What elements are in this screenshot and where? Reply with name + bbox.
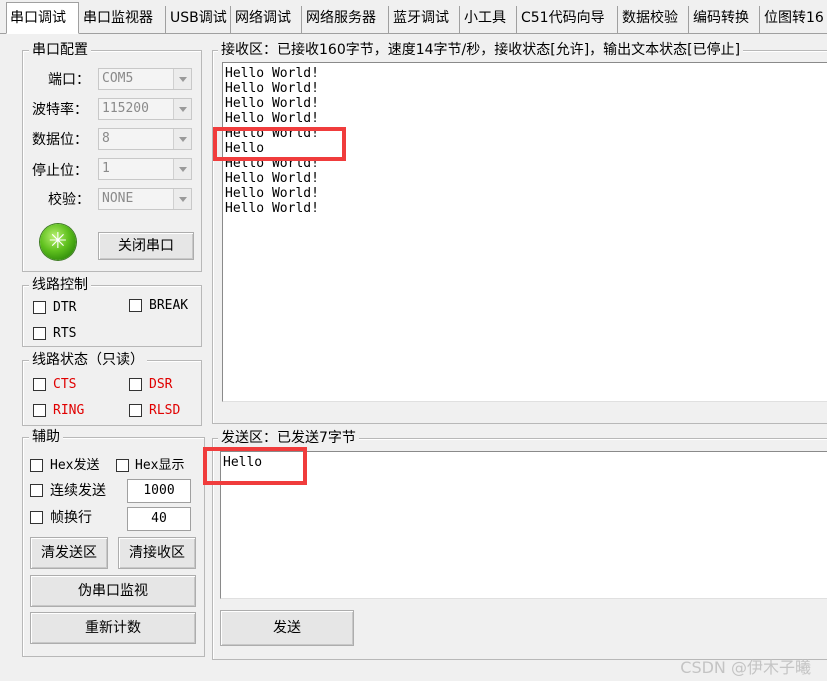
receive-line: Hello World! bbox=[225, 81, 319, 96]
send-button[interactable]: 发送 bbox=[220, 610, 354, 646]
tab-tools[interactable]: 小工具 bbox=[461, 6, 517, 33]
ring-checkbox bbox=[33, 404, 46, 417]
receive-line: Hello World! bbox=[225, 186, 319, 201]
parity-label: 校验： bbox=[48, 192, 90, 208]
databits-select[interactable]: 8 bbox=[98, 128, 192, 150]
receive-line: Hello World! bbox=[225, 156, 319, 171]
line-status-legend: 线路状态（只读） bbox=[29, 351, 147, 369]
hex-display-checkbox[interactable] bbox=[116, 459, 129, 472]
clear-send-button[interactable]: 清发送区 bbox=[30, 537, 108, 569]
continuous-interval-input[interactable]: 1000 bbox=[127, 479, 191, 503]
watermark: CSDN @伊木子曦 bbox=[680, 658, 811, 677]
break-label: BREAK bbox=[149, 298, 189, 313]
break-checkbox[interactable] bbox=[129, 299, 142, 312]
tab-bar: 串口调试 串口监视器 USB调试 网络调试 网络服务器 蓝牙调试 小工具 C51… bbox=[0, 0, 827, 34]
dtr-checkbox[interactable] bbox=[33, 301, 46, 314]
tab-network-debug[interactable]: 网络调试 bbox=[232, 6, 302, 33]
stopbits-select[interactable]: 1 bbox=[98, 158, 192, 180]
chevron-down-icon bbox=[173, 189, 191, 209]
receive-line: Hello World! bbox=[225, 171, 319, 186]
led-glyph: ✳ bbox=[48, 229, 68, 254]
receive-line: Hello World! bbox=[225, 111, 319, 126]
hex-send-label: Hex发送 bbox=[50, 458, 100, 473]
tab-network-server[interactable]: 网络服务器 bbox=[303, 6, 389, 33]
parity-select[interactable]: NONE bbox=[98, 188, 192, 210]
receive-line: Hello World! bbox=[225, 126, 319, 141]
receive-line: Hello World! bbox=[225, 201, 319, 216]
databits-value: 8 bbox=[102, 131, 110, 146]
frame-newline-input[interactable]: 40 bbox=[127, 507, 191, 531]
hex-display-label: Hex显示 bbox=[135, 458, 185, 473]
send-legend: 发送区：已发送7字节 bbox=[218, 429, 359, 447]
pseudo-monitor-button[interactable]: 伪串口监视 bbox=[30, 575, 196, 607]
baud-select[interactable]: 115200 bbox=[98, 98, 192, 120]
frame-newline-label: 帧换行 bbox=[50, 510, 92, 526]
receive-line: Hello World! bbox=[225, 96, 319, 111]
tab-data-check[interactable]: 数据校验 bbox=[619, 6, 689, 33]
rts-checkbox[interactable] bbox=[33, 327, 46, 340]
port-label: 端口： bbox=[48, 72, 90, 88]
tab-bluetooth-debug[interactable]: 蓝牙调试 bbox=[390, 6, 460, 33]
chevron-down-icon bbox=[173, 69, 191, 89]
aux-legend: 辅助 bbox=[29, 428, 63, 446]
baud-label: 波特率： bbox=[32, 102, 88, 118]
continuous-send-label: 连续发送 bbox=[50, 483, 106, 499]
frame-newline-checkbox[interactable] bbox=[30, 511, 43, 524]
receive-line: Hello bbox=[225, 141, 265, 156]
clear-receive-button[interactable]: 清接收区 bbox=[118, 537, 196, 569]
tab-c51-wizard[interactable]: C51代码向导 bbox=[518, 6, 618, 33]
tab-usb-debug[interactable]: USB调试 bbox=[167, 6, 231, 33]
close-port-button[interactable]: 关闭串口 bbox=[98, 232, 194, 260]
stopbits-label: 停止位： bbox=[32, 163, 88, 179]
serial-config-legend: 串口配置 bbox=[29, 41, 91, 59]
databits-label: 数据位： bbox=[32, 132, 88, 148]
receive-textarea[interactable]: Hello World! Hello World! Hello World! Hell… bbox=[222, 62, 827, 402]
line-control-legend: 线路控制 bbox=[29, 276, 91, 294]
rlsd-checkbox bbox=[129, 404, 142, 417]
tab-serial-monitor[interactable]: 串口监视器 bbox=[80, 6, 166, 33]
receive-legend: 接收区：已接收160字节，速度14字节/秒，接收状态[允许]，输出文本状态[已停… bbox=[218, 41, 744, 59]
dsr-label: DSR bbox=[149, 377, 173, 392]
cts-label: CTS bbox=[53, 377, 77, 392]
tab-encoding-convert[interactable]: 编码转换 bbox=[690, 6, 760, 33]
reset-count-button[interactable]: 重新计数 bbox=[30, 612, 196, 644]
tab-serial-debug[interactable]: 串口调试 bbox=[6, 2, 79, 34]
stopbits-value: 1 bbox=[102, 161, 110, 176]
dtr-label: DTR bbox=[53, 300, 77, 315]
chevron-down-icon bbox=[173, 159, 191, 179]
port-select[interactable]: COM5 bbox=[98, 68, 192, 90]
rts-label: RTS bbox=[53, 326, 77, 341]
port-status-led-icon: ✳ bbox=[40, 224, 76, 260]
chevron-down-icon bbox=[173, 129, 191, 149]
cts-checkbox bbox=[33, 378, 46, 391]
send-textarea[interactable]: Hello bbox=[220, 451, 827, 599]
hex-send-checkbox[interactable] bbox=[30, 459, 43, 472]
tab-bitmap-convert[interactable]: 位图转16 bbox=[761, 6, 827, 33]
port-value: COM5 bbox=[102, 71, 134, 86]
receive-line: Hello World! bbox=[225, 66, 319, 81]
send-content: Hello bbox=[223, 455, 263, 470]
ring-label: RING bbox=[53, 403, 85, 418]
continuous-send-checkbox[interactable] bbox=[30, 484, 43, 497]
line-control-group bbox=[22, 285, 202, 347]
dsr-checkbox bbox=[129, 378, 142, 391]
rlsd-label: RLSD bbox=[149, 403, 181, 418]
parity-value: NONE bbox=[102, 191, 134, 206]
chevron-down-icon bbox=[173, 99, 191, 119]
baud-value: 115200 bbox=[102, 101, 149, 116]
